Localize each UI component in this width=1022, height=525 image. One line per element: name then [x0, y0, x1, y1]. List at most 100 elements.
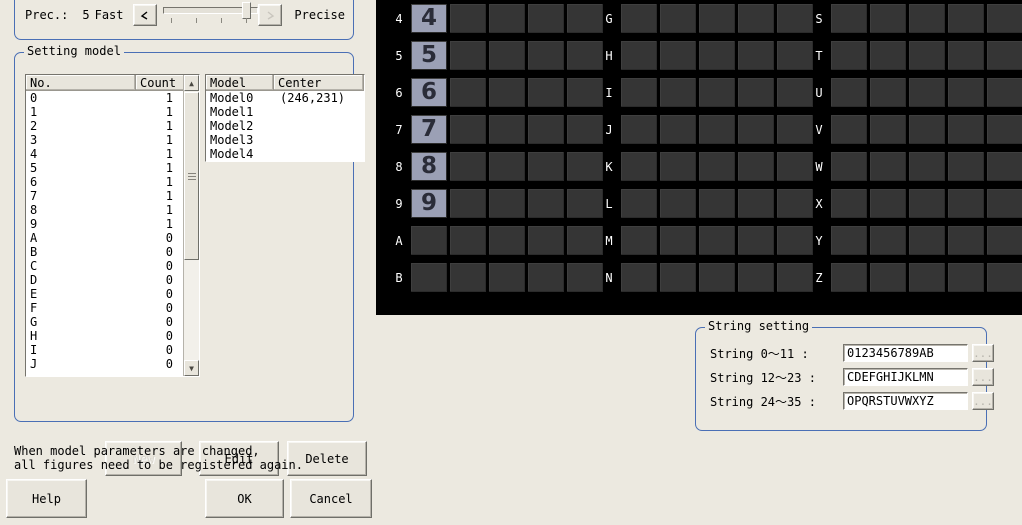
model-empty-cell[interactable]	[870, 78, 906, 107]
model-thumbnail-cell[interactable]: 8	[411, 152, 447, 181]
model-empty-cell[interactable]	[567, 152, 603, 181]
model-empty-cell[interactable]	[948, 263, 984, 292]
model-empty-cell[interactable]	[450, 152, 486, 181]
model-empty-cell[interactable]	[660, 152, 696, 181]
right-arrow-icon[interactable]	[257, 4, 283, 26]
table-row[interactable]: G0	[26, 315, 199, 329]
table-row[interactable]: H0	[26, 329, 199, 343]
model-empty-cell[interactable]	[909, 263, 945, 292]
model-empty-cell[interactable]	[738, 226, 774, 255]
model-empty-cell[interactable]	[489, 78, 525, 107]
model-center-rows[interactable]: Model0 (246,231) Model1 Model2 Model3 Model4	[206, 91, 364, 161]
model-thumbnail-cell[interactable]: 6	[411, 78, 447, 107]
model-empty-cell[interactable]	[831, 152, 867, 181]
model-empty-cell[interactable]	[528, 152, 564, 181]
table-row[interactable]: 41	[26, 147, 199, 161]
no-count-scrollbar[interactable]: ▲ ▼	[183, 75, 199, 376]
model-empty-cell[interactable]	[450, 78, 486, 107]
model-empty-cell[interactable]	[621, 226, 657, 255]
model-empty-cell[interactable]	[567, 4, 603, 33]
model-empty-cell[interactable]	[777, 152, 813, 181]
model-empty-cell[interactable]	[567, 263, 603, 292]
model-empty-cell[interactable]	[621, 115, 657, 144]
scroll-up-icon[interactable]: ▲	[184, 75, 199, 91]
model-empty-cell[interactable]	[489, 263, 525, 292]
model-empty-cell[interactable]	[870, 189, 906, 218]
model-empty-cell[interactable]	[699, 152, 735, 181]
table-row[interactable]: 91	[26, 217, 199, 231]
model-empty-cell[interactable]	[831, 189, 867, 218]
model-empty-cell[interactable]	[831, 263, 867, 292]
table-row[interactable]: Model3	[206, 133, 364, 147]
model-empty-cell[interactable]	[621, 189, 657, 218]
table-row[interactable]: B0	[26, 245, 199, 259]
cancel-button[interactable]: Cancel	[290, 479, 372, 518]
model-empty-cell[interactable]	[777, 78, 813, 107]
table-row[interactable]: 11	[26, 105, 199, 119]
model-empty-cell[interactable]	[567, 41, 603, 70]
model-empty-cell[interactable]	[699, 78, 735, 107]
model-empty-cell[interactable]	[660, 4, 696, 33]
table-row[interactable]: 61	[26, 175, 199, 189]
precision-slider[interactable]	[162, 2, 258, 27]
left-arrow-icon[interactable]	[132, 4, 157, 26]
column-header-no[interactable]: No.	[26, 75, 136, 90]
model-empty-cell[interactable]	[660, 263, 696, 292]
model-empty-cell[interactable]	[621, 152, 657, 181]
model-empty-cell[interactable]	[528, 4, 564, 33]
model-thumbnail-cell[interactable]: 4	[411, 4, 447, 33]
model-empty-cell[interactable]	[870, 226, 906, 255]
model-empty-cell[interactable]	[567, 226, 603, 255]
model-empty-cell[interactable]	[948, 226, 984, 255]
model-empty-cell[interactable]	[489, 4, 525, 33]
model-empty-cell[interactable]	[528, 41, 564, 70]
string-input[interactable]: 0123456789AB	[843, 344, 968, 362]
model-empty-cell[interactable]	[831, 78, 867, 107]
model-empty-cell[interactable]	[987, 263, 1022, 292]
model-empty-cell[interactable]	[909, 226, 945, 255]
model-empty-cell[interactable]	[660, 41, 696, 70]
model-empty-cell[interactable]	[831, 41, 867, 70]
string-browse-button[interactable]: ...	[972, 392, 994, 410]
column-header-count[interactable]: Count	[136, 75, 185, 90]
model-empty-cell[interactable]	[987, 189, 1022, 218]
table-row[interactable]: F0	[26, 301, 199, 315]
model-empty-cell[interactable]	[948, 78, 984, 107]
table-row[interactable]: J0	[26, 357, 199, 371]
model-empty-cell[interactable]	[450, 115, 486, 144]
model-empty-cell[interactable]	[909, 115, 945, 144]
model-empty-cell[interactable]	[621, 41, 657, 70]
table-row[interactable]: 31	[26, 133, 199, 147]
model-empty-cell[interactable]	[567, 189, 603, 218]
model-empty-cell[interactable]	[489, 152, 525, 181]
model-empty-cell[interactable]	[987, 226, 1022, 255]
model-empty-cell[interactable]	[870, 4, 906, 33]
model-thumbnail-cell[interactable]: 7	[411, 115, 447, 144]
column-header-center[interactable]: Center	[274, 75, 364, 90]
model-empty-cell[interactable]	[831, 4, 867, 33]
model-empty-cell[interactable]	[528, 78, 564, 107]
model-empty-cell[interactable]	[489, 189, 525, 218]
model-empty-cell[interactable]	[738, 78, 774, 107]
model-center-listview[interactable]: Model Center Model0 (246,231) Model1 Model2…	[205, 74, 365, 162]
model-empty-cell[interactable]	[909, 152, 945, 181]
model-empty-cell[interactable]	[870, 152, 906, 181]
model-empty-cell[interactable]	[987, 115, 1022, 144]
table-row[interactable]: Model1	[206, 105, 364, 119]
model-empty-cell[interactable]	[567, 115, 603, 144]
model-empty-cell[interactable]	[567, 78, 603, 107]
model-empty-cell[interactable]	[987, 152, 1022, 181]
table-row[interactable]: C0	[26, 259, 199, 273]
model-empty-cell[interactable]	[450, 263, 486, 292]
model-empty-cell[interactable]	[699, 189, 735, 218]
model-empty-cell[interactable]	[660, 226, 696, 255]
model-empty-cell[interactable]	[870, 41, 906, 70]
no-count-listview[interactable]: No. Count 01112131415161718191A0B0C0D0E0…	[25, 74, 200, 377]
table-row[interactable]: Model4	[206, 147, 364, 161]
string-input[interactable]: OPQRSTUVWXYZ	[843, 392, 968, 410]
model-empty-cell[interactable]	[699, 115, 735, 144]
model-empty-cell[interactable]	[738, 152, 774, 181]
model-empty-cell[interactable]	[948, 189, 984, 218]
table-row[interactable]: Model0 (246,231)	[206, 91, 364, 105]
model-empty-cell[interactable]	[411, 226, 447, 255]
